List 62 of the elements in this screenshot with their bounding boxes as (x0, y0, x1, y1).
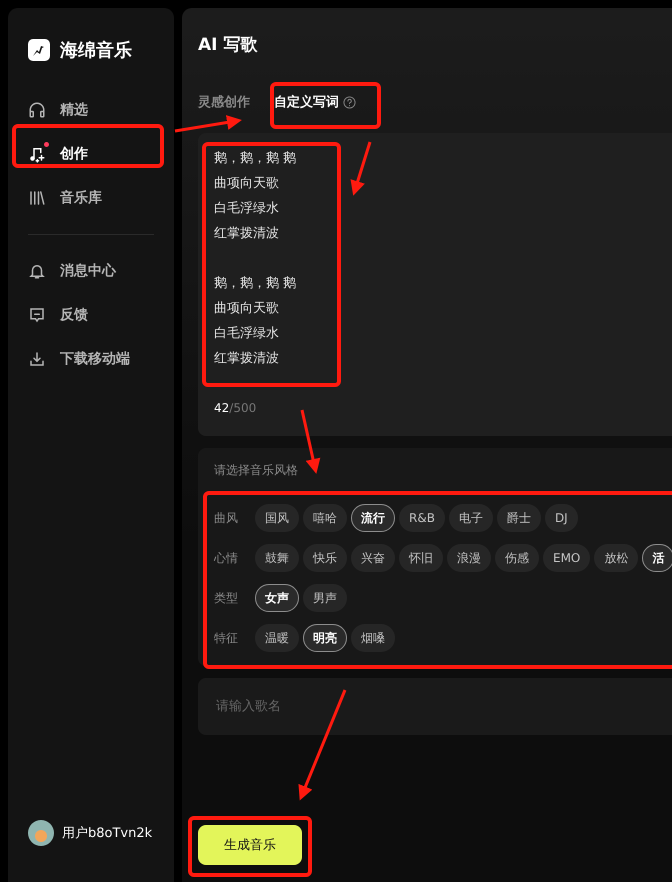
style-chip[interactable]: 放松 (594, 544, 638, 572)
library-icon (28, 189, 46, 207)
style-chip[interactable]: 活 (642, 544, 672, 572)
lyric-line: 鹅，鹅，鹅 鹅 (214, 275, 298, 293)
style-chip[interactable]: 烟嗓 (351, 624, 395, 652)
feedback-icon (28, 306, 46, 324)
style-chip[interactable]: 女声 (255, 584, 299, 612)
sidebar-item[interactable]: 反馈 (8, 293, 174, 337)
page-title: AI 写歌 (198, 34, 258, 56)
mode-tab[interactable]: 灵感创作 (198, 93, 250, 111)
annotation-arrow (300, 410, 320, 474)
style-row-label: 特征 (214, 630, 239, 646)
style-chip[interactable]: 温暖 (255, 624, 299, 652)
lyric-line: 白毛浮绿水 (214, 200, 280, 218)
logo-icon (28, 39, 50, 61)
style-chip[interactable]: 鼓舞 (255, 544, 299, 572)
annotation-arrow (350, 142, 372, 196)
style-row-label: 心情 (214, 550, 239, 566)
style-chip[interactable]: 爵士 (496, 504, 541, 532)
style-chip[interactable]: 快乐 (303, 544, 347, 572)
style-chip[interactable]: 浪漫 (447, 544, 491, 572)
lyric-line: 鹅，鹅，鹅 鹅 (214, 150, 298, 168)
style-chip[interactable]: 男声 (303, 584, 347, 612)
style-chip[interactable]: EMO (543, 544, 590, 572)
style-chip[interactable]: 国风 (255, 504, 299, 532)
style-chip[interactable]: 嘻哈 (303, 504, 347, 532)
brand-name: 海绵音乐 (60, 39, 132, 62)
style-chip[interactable]: 流行 (351, 504, 395, 532)
style-row-label: 曲风 (214, 510, 239, 526)
style-chip[interactable]: 怀旧 (399, 544, 443, 572)
annotation-arrow (174, 115, 242, 132)
user-name[interactable]: 用户b8oTvn2k (62, 824, 152, 842)
lyric-line: 红掌拨清波 (214, 350, 280, 368)
lyrics-editor[interactable]: 鹅，鹅，鹅 鹅 曲项向天歌 白毛浮绿水 红掌拨清波 鹅，鹅，鹅 鹅 曲项向天歌 白毛浮绿水 红掌拨清波 42/500 (198, 133, 672, 436)
style-chip[interactable]: R&B (399, 504, 445, 532)
headphones-icon (28, 101, 46, 119)
style-chip[interactable]: 伤感 (495, 544, 539, 572)
song-name-field[interactable]: 请输入歌名 (198, 678, 672, 735)
style-chip[interactable]: 兴奋 (351, 544, 395, 572)
music-sparkle-icon (28, 145, 46, 163)
style-heading: 请选择音乐风格 (214, 463, 299, 477)
sidebar-item[interactable]: 创作 (8, 132, 174, 176)
style-row-label: 类型 (214, 590, 239, 606)
avatar-icon[interactable] (28, 820, 54, 846)
lyric-line: 红掌拨清波 (214, 225, 280, 243)
sidebar-item[interactable]: 消息中心 (8, 249, 174, 293)
lyric-line: 曲项向天歌 (214, 300, 280, 318)
sidebar-item[interactable]: 下载移动端 (8, 337, 174, 381)
lyric-line: 曲项向天歌 (214, 175, 280, 193)
bell-icon (28, 262, 46, 280)
character-limit: /500 (229, 401, 256, 417)
generate-button[interactable]: 生成音乐 (198, 825, 302, 865)
style-chip[interactable]: 明亮 (303, 624, 347, 652)
mode-tab[interactable]: 自定义写词 (274, 93, 356, 111)
character-count: 42 (214, 401, 230, 417)
download-icon (28, 350, 46, 368)
sidebar-item[interactable]: 精选 (8, 88, 174, 132)
style-chip[interactable]: 电子 (448, 504, 493, 532)
help-icon[interactable] (343, 96, 356, 108)
lyric-line: 白毛浮绿水 (214, 325, 280, 343)
style-chip[interactable]: DJ (544, 504, 578, 532)
sidebar-item[interactable]: 音乐库 (8, 176, 174, 220)
